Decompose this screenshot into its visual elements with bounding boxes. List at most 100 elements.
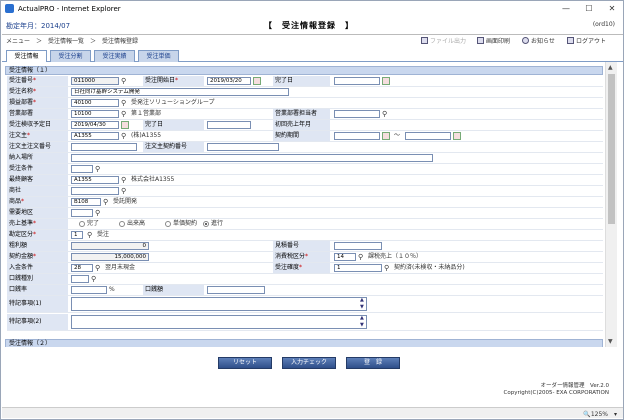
maximize-button[interactable]: ☐ xyxy=(580,3,598,14)
search-icon[interactable]: ⚲ xyxy=(382,110,389,118)
scroll-up-icon[interactable]: ▲ xyxy=(360,316,365,321)
terms-field[interactable] xyxy=(71,165,93,173)
scroll-thumb[interactable] xyxy=(608,74,615,224)
customer-contract-field[interactable] xyxy=(207,143,279,151)
file-output-button[interactable]: ファイル出力 xyxy=(421,35,466,45)
scroll-up-icon[interactable]: ▲ xyxy=(360,298,365,303)
section-header-2: 受注情報（２） xyxy=(5,339,603,347)
form-row: 口銭種別 ⚲ xyxy=(7,274,603,285)
notice-button[interactable]: お知らせ xyxy=(522,35,555,45)
search-icon[interactable]: ⚲ xyxy=(121,77,128,85)
revenue-label: 売上基準* xyxy=(7,219,69,229)
scroll-down-icon[interactable]: ▼ xyxy=(608,338,613,345)
estimate-field[interactable] xyxy=(334,242,382,250)
plan-date-field[interactable]: 2019/04/30 xyxy=(71,121,119,129)
calendar-icon[interactable] xyxy=(253,77,261,85)
done-date-field[interactable] xyxy=(207,121,251,129)
search-icon[interactable]: ⚲ xyxy=(121,110,128,118)
customer-label: 注文主* xyxy=(7,131,69,141)
sales-dept-label: 営業部署 xyxy=(7,109,69,119)
search-icon[interactable]: ⚲ xyxy=(95,209,102,217)
end-date-field[interactable] xyxy=(334,77,380,85)
logout-button[interactable]: ログアウト xyxy=(567,35,606,45)
form-row: 入金条件 28 ⚲ 翌月末現金 受注確度* 1 ⚲ 契約済(未検収・未納品分) xyxy=(7,263,603,274)
close-button[interactable]: ✕ xyxy=(603,3,621,14)
revenue-radio-complete[interactable] xyxy=(79,221,85,227)
customer-code-field[interactable]: A1355 xyxy=(71,132,119,140)
tab-order-results[interactable]: 受注実績 xyxy=(94,50,135,62)
breadcrumb-text: メニュー ＞ 受注情報一覧 ＞ 受注情報登録 xyxy=(6,38,139,45)
gross-label: 粗利額 xyxy=(7,241,69,251)
reset-button[interactable]: リセット xyxy=(218,357,272,369)
sales-person-field[interactable] xyxy=(334,110,380,118)
vertical-scrollbar[interactable]: ▲ ▼ xyxy=(605,62,617,347)
search-icon[interactable]: ⚲ xyxy=(121,176,128,184)
product-code-field[interactable]: B108 xyxy=(71,198,101,206)
commission-amount-field[interactable] xyxy=(207,286,265,294)
search-icon[interactable]: ⚲ xyxy=(121,187,128,195)
input-check-button[interactable]: 入力チェック xyxy=(282,357,336,369)
search-icon[interactable]: ⚲ xyxy=(95,165,102,173)
revenue-radio-ongoing[interactable] xyxy=(203,221,209,227)
revenue-radio-unit[interactable] xyxy=(165,221,171,227)
revenue-radio-progress[interactable] xyxy=(119,221,125,227)
note2-label: 特記事項(2) xyxy=(7,314,69,330)
customer-name: (株)A1355 xyxy=(131,132,162,139)
scroll-down-icon[interactable]: ▼ xyxy=(360,323,365,328)
certainty-code-field[interactable]: 1 xyxy=(334,264,382,272)
sales-dept-code-field[interactable]: 10100 xyxy=(71,110,119,118)
dept-code-field[interactable]: 40100 xyxy=(71,99,119,107)
form-content: 受注情報（１） 受注番号* 011000 ⚲ 受注開始日* 2019/03/20… xyxy=(2,62,605,347)
search-icon[interactable]: ⚲ xyxy=(358,253,365,261)
calendar-icon[interactable] xyxy=(382,132,390,140)
note1-textarea[interactable]: ▲ ▼ xyxy=(71,297,367,311)
contract-type-field[interactable] xyxy=(71,275,89,283)
tab-order-price[interactable]: 受注単価 xyxy=(138,50,179,62)
trader-field[interactable] xyxy=(71,187,119,195)
calendar-icon[interactable] xyxy=(382,77,390,85)
search-icon[interactable]: ⚲ xyxy=(103,198,110,206)
region-field[interactable] xyxy=(71,209,93,217)
commission-rate-field[interactable] xyxy=(71,286,107,294)
form-row: 損益部署* 40100 ⚲ 受発注ソリューショングループ xyxy=(7,98,603,109)
start-date-field[interactable]: 2019/03/20 xyxy=(207,77,251,85)
order-no-label: 受注番号* xyxy=(7,76,69,86)
period-start-field[interactable] xyxy=(334,132,380,140)
order-name-field[interactable]: 日社向け基幹システム開発 xyxy=(71,88,289,96)
form-row: 受注名称* 日社向け基幹システム開発 xyxy=(7,87,603,98)
note2-textarea[interactable]: ▲ ▼ xyxy=(71,315,367,329)
info-icon xyxy=(522,36,529,44)
form-row: 注文主注文番号 注文主契約番号 xyxy=(7,142,603,153)
search-icon[interactable]: ⚲ xyxy=(121,132,128,140)
dept-label: 損益部署* xyxy=(7,98,69,108)
zoom-level[interactable]: 🔍125% ▾ xyxy=(583,409,617,418)
tax-code-field[interactable]: 14 xyxy=(334,253,356,261)
calendar-icon[interactable] xyxy=(121,121,129,129)
scroll-down-icon[interactable]: ▼ xyxy=(360,305,365,310)
scroll-up-icon[interactable]: ▲ xyxy=(608,64,613,71)
search-icon[interactable]: ⚲ xyxy=(121,99,128,107)
minimize-button[interactable]: — xyxy=(557,3,575,14)
payment-code-field[interactable]: 28 xyxy=(71,264,93,272)
page-title: 【 受注情報登録 】 xyxy=(264,21,354,30)
terms-label: 受注条件 xyxy=(7,164,69,174)
search-icon[interactable]: ⚲ xyxy=(91,275,98,283)
order-no-field[interactable]: 011000 xyxy=(71,77,119,85)
plan-date-label: 受注検収予定日 xyxy=(7,120,69,130)
period-end-field[interactable] xyxy=(405,132,451,140)
calendar-icon[interactable] xyxy=(453,132,461,140)
customer-order-field[interactable] xyxy=(71,143,137,151)
gross-field[interactable]: 0 xyxy=(71,242,149,250)
trader-label: 商社 xyxy=(7,186,69,196)
delivery-field[interactable] xyxy=(71,154,433,162)
print-button[interactable]: 画面印刷 xyxy=(477,35,510,45)
search-icon[interactable]: ⚲ xyxy=(87,231,94,239)
tab-order-split[interactable]: 受注分割 xyxy=(50,50,91,62)
register-button[interactable]: 登 録 xyxy=(346,357,400,369)
search-icon[interactable]: ⚲ xyxy=(384,264,391,272)
end-customer-code-field[interactable]: A1355 xyxy=(71,176,119,184)
account-code-field[interactable]: 1 xyxy=(71,231,83,239)
contract-amount-field[interactable]: 15,000,000 xyxy=(71,253,149,261)
form-row: 売上基準* 完了 出来高 単価契約 進行 xyxy=(7,219,603,230)
search-icon[interactable]: ⚲ xyxy=(95,264,102,272)
